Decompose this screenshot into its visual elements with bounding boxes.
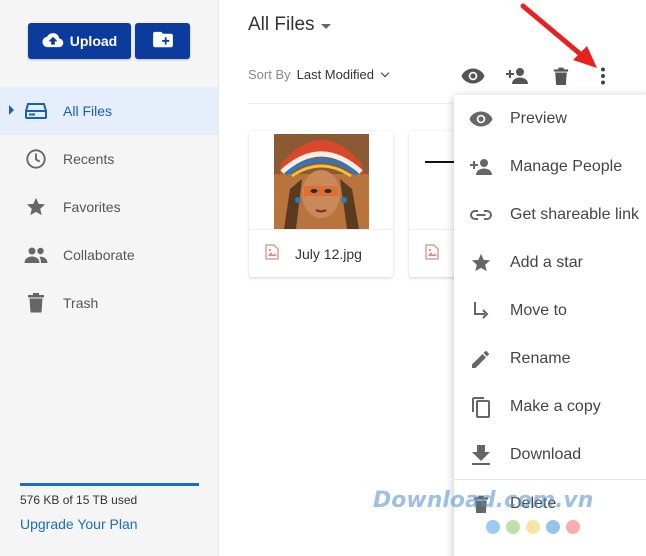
menu-item-label: Rename [510,350,571,367]
image-file-icon [265,244,279,263]
file-thumbnail [274,134,369,229]
upload-label: Upload [69,33,118,49]
storage-usage-text: 576 KB of 15 TB used [20,493,138,507]
menu-item-label: Add a star [510,254,583,271]
sort-label: Sort By [248,67,291,82]
preview-eye-icon[interactable] [461,64,485,88]
menu-item-manage-people[interactable]: Manage People [454,143,646,191]
upgrade-plan-link[interactable]: Upgrade Your Plan [20,516,138,532]
menu-item-move-to[interactable]: Move to [454,287,646,335]
watermark-dot [546,520,560,534]
active-caret-icon [9,105,14,115]
file-card-footer: July 12.jpg [249,229,393,277]
watermark-dots [486,520,580,534]
menu-item-label: Get shareable link [510,206,639,223]
sidebar-item-label: Recents [63,151,115,167]
upload-button[interactable]: Upload [28,23,131,59]
link-icon [469,203,493,227]
move-arrow-icon [469,299,493,323]
watermark-dot [566,520,580,534]
sidebar-nav: All Files Recents Favorites Collaborate … [0,87,219,327]
sidebar-item-all-files[interactable]: All Files [0,87,219,135]
clock-icon [24,147,48,171]
menu-item-label: Download [510,446,582,463]
download-icon [469,443,493,467]
more-vertical-icon[interactable] [591,64,615,88]
cloud-upload-icon [42,32,64,51]
sidebar-item-label: Collaborate [63,247,135,263]
sidebar-item-label: Trash [63,295,99,311]
sort-control[interactable]: Sort By Last Modified [248,67,390,82]
add-folder-icon [152,31,174,52]
menu-item-label: Preview [510,110,567,127]
menu-item-label: Make a copy [510,398,601,415]
menu-item-add-a-star[interactable]: Add a star [454,239,646,287]
menu-item-rename[interactable]: Rename [454,335,646,383]
sidebar-item-favorites[interactable]: Favorites [0,183,219,231]
watermark-logo: Download.com.vn [373,488,594,513]
file-card[interactable]: July 12.jpg [249,131,393,277]
chevron-down-icon [380,68,390,78]
star-icon [469,251,493,275]
menu-item-make-a-copy[interactable]: Make a copy [454,383,646,431]
page-title-text: All Files [248,14,315,35]
menu-item-label: Manage People [510,158,623,175]
people-icon [24,243,48,267]
sort-value: Last Modified [296,67,374,82]
add-person-icon[interactable] [505,64,529,88]
menu-item-label: Move to [510,302,567,319]
watermark-dot [526,520,540,534]
pencil-icon [469,347,493,371]
watermark-dot [506,520,520,534]
sidebar-item-collaborate[interactable]: Collaborate [0,231,219,279]
file-context-menu: Preview Manage People Get shareable link… [454,95,646,556]
trash-icon[interactable] [549,64,573,88]
menu-item-preview[interactable]: Preview [454,95,646,143]
page-title[interactable]: All Files [248,14,331,36]
file-name: July 12.jpg [295,245,362,262]
watermark-dot [486,520,500,534]
eye-icon [469,107,493,131]
dropdown-caret-icon [320,23,331,29]
trash-icon [24,291,48,315]
copy-icon [469,395,493,419]
sidebar-item-recents[interactable]: Recents [0,135,219,183]
new-folder-button[interactable] [135,23,190,59]
sidebar-item-label: All Files [63,103,113,119]
sidebar-item-trash[interactable]: Trash [0,279,219,327]
menu-item-download[interactable]: Download [454,431,646,479]
sidebar-item-label: Favorites [63,199,121,215]
menu-item-get-shareable-link[interactable]: Get shareable link [454,191,646,239]
drive-icon [24,99,48,123]
star-icon [24,195,48,219]
add-person-icon [469,155,493,179]
image-file-icon [425,244,439,263]
storage-usage-bar [20,483,199,486]
sidebar: Upload All Files Recents Favorites Colla… [0,0,219,556]
